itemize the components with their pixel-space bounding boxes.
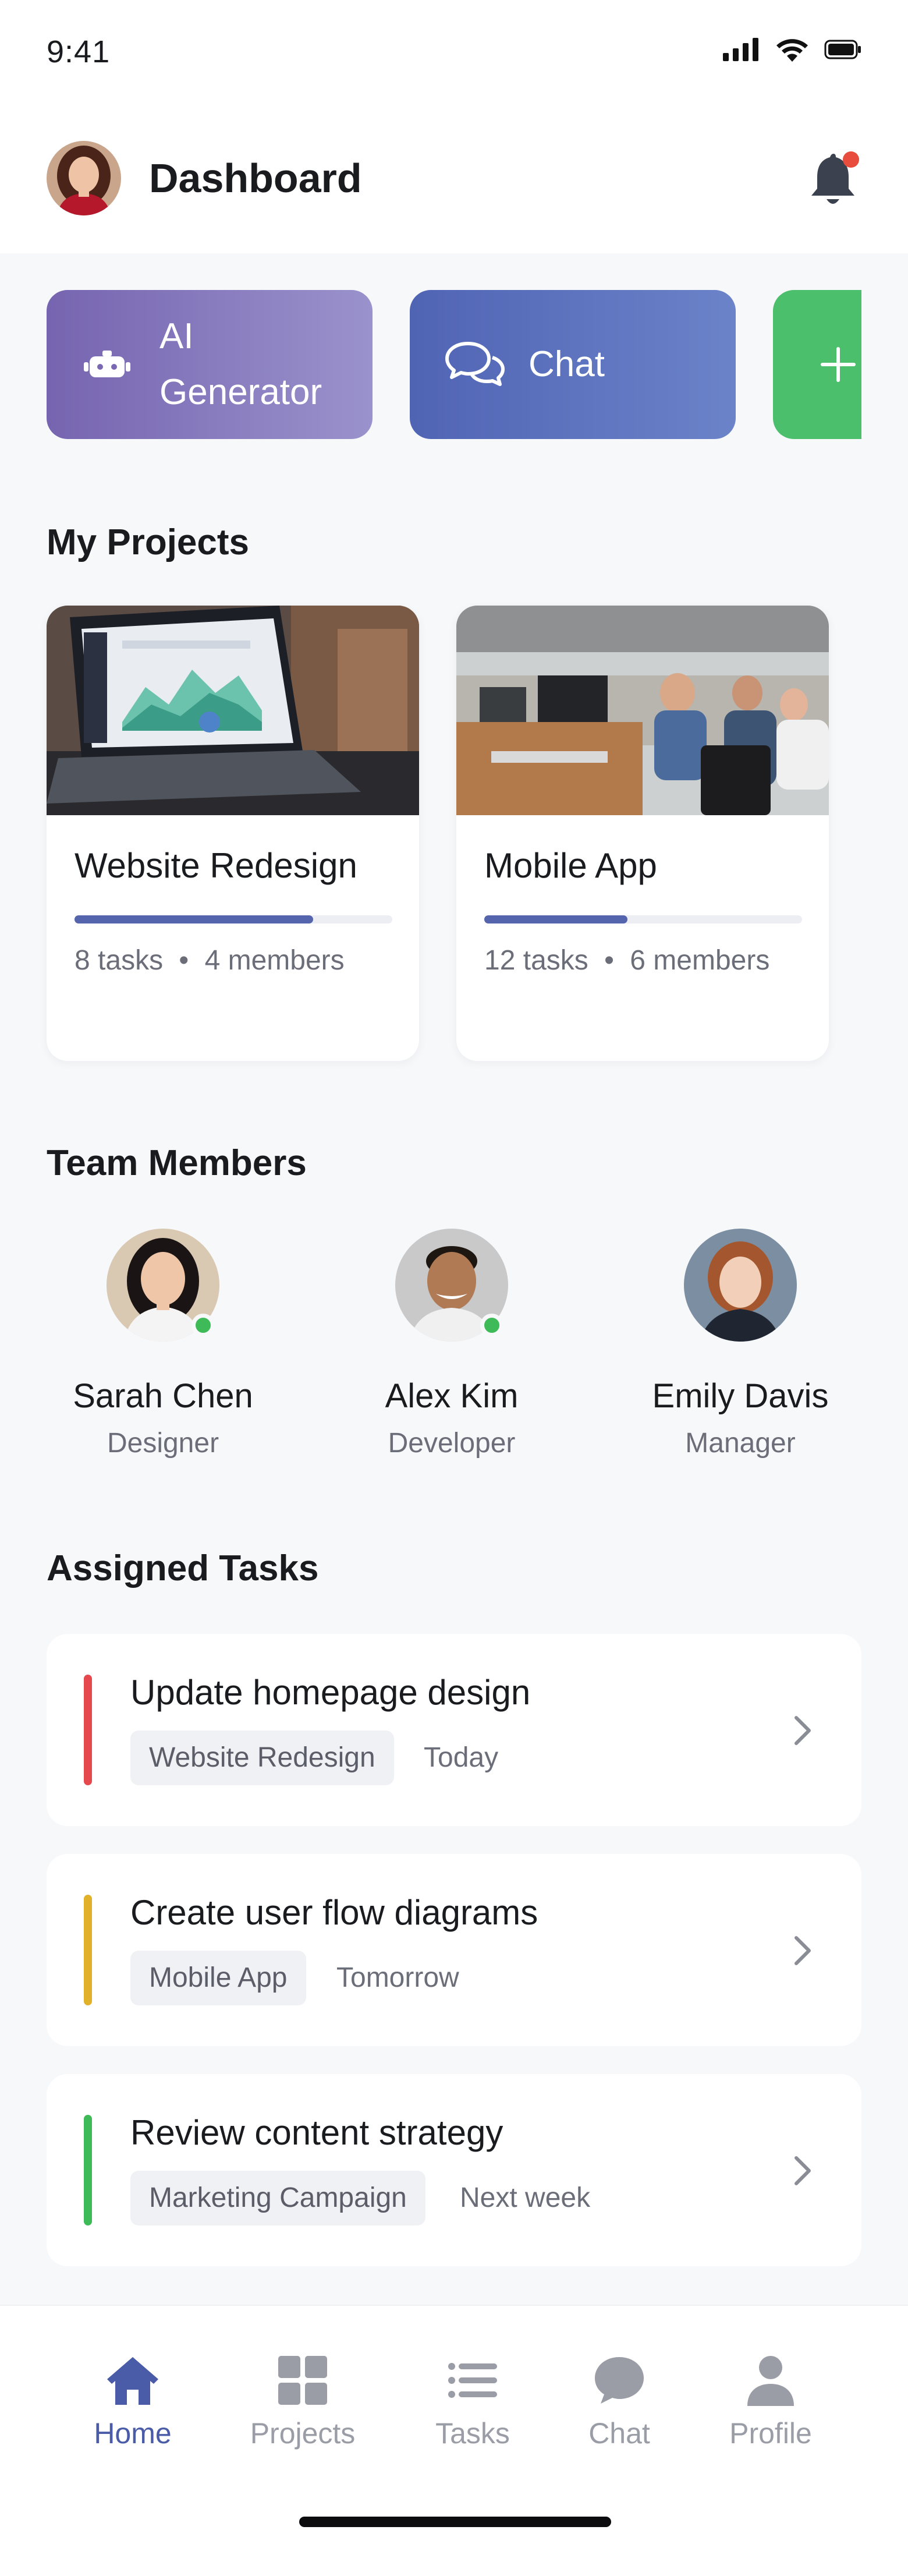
- member-name: Alex Kim: [385, 1377, 519, 1415]
- list-icon: [448, 2363, 497, 2398]
- member-role: Designer: [107, 1428, 219, 1459]
- bottom-navigation: Home Projects Tasks Chat Profile: [0, 2305, 908, 2576]
- user-avatar[interactable]: [47, 141, 121, 215]
- project-member-count: 6 members: [630, 945, 770, 976]
- add-action-button[interactable]: [773, 290, 861, 439]
- ai-generator-label-line2: Generator: [159, 372, 322, 412]
- task-item[interactable]: Create user flow diagrams Mobile App Tom…: [47, 1854, 861, 2046]
- status-bar: 9:41: [0, 0, 908, 105]
- notifications-button[interactable]: [807, 151, 859, 210]
- status-icons: [723, 37, 861, 62]
- team-member[interactable]: Alex Kim Developer: [347, 1229, 556, 1459]
- grid-icon: [278, 2356, 327, 2405]
- robot-icon: [84, 351, 130, 377]
- chevron-right-icon: [794, 1716, 811, 1745]
- nav-projects[interactable]: Projects: [227, 2352, 378, 2450]
- task-title: Review content strategy: [130, 2113, 503, 2152]
- chevron-right-icon: [794, 2156, 811, 2185]
- tasks-section-title: Assigned Tasks: [47, 1548, 319, 1588]
- project-meta: 8 tasks • 4 members: [75, 944, 345, 976]
- project-image-office: [456, 606, 829, 815]
- task-project-tag: Marketing Campaign: [130, 2171, 425, 2225]
- task-title: Create user flow diagrams: [130, 1893, 538, 1932]
- task-item[interactable]: Update homepage design Website Redesign …: [47, 1634, 861, 1826]
- member-avatar: [395, 1229, 508, 1342]
- task-priority-bar: [84, 2115, 92, 2225]
- member-avatar: [684, 1229, 797, 1342]
- member-avatar: [107, 1229, 219, 1342]
- chat-button[interactable]: Chat: [410, 290, 736, 439]
- meta-separator: •: [179, 945, 189, 976]
- battery-icon: [824, 40, 861, 59]
- page-title: Dashboard: [149, 155, 362, 201]
- home-indicator: [299, 2517, 611, 2527]
- project-card[interactable]: Website Redesign 8 tasks • 4 members: [47, 606, 419, 1061]
- project-task-count: 8 tasks: [75, 945, 164, 976]
- ai-generator-label-line1: AI: [159, 316, 194, 356]
- project-task-count: 12 tasks: [484, 945, 588, 976]
- chat-button-label: Chat: [529, 344, 605, 384]
- meta-separator: •: [604, 945, 614, 976]
- project-progress-track: [75, 915, 392, 923]
- nav-label: Projects: [250, 2417, 356, 2450]
- task-project-tag: Mobile App: [130, 1951, 306, 2005]
- task-priority-bar: [84, 1675, 92, 1785]
- project-progress-track: [484, 915, 802, 923]
- online-indicator: [480, 1314, 503, 1337]
- task-item[interactable]: Review content strategy Marketing Campai…: [47, 2074, 861, 2266]
- team-member[interactable]: Emily Davis Manager: [636, 1229, 845, 1459]
- project-name: Website Redesign: [75, 846, 357, 885]
- nav-label: Chat: [588, 2417, 650, 2450]
- nav-profile[interactable]: Profile: [695, 2352, 846, 2450]
- chat-icon: [595, 2357, 644, 2404]
- quick-actions: AI Generator Chat: [47, 290, 861, 440]
- bell-icon: [811, 151, 859, 204]
- task-priority-bar: [84, 1895, 92, 2005]
- project-name: Mobile App: [484, 846, 657, 885]
- team-member[interactable]: Sarah Chen Designer: [58, 1229, 268, 1459]
- task-due-date: Next week: [460, 2182, 591, 2213]
- ai-generator-button[interactable]: AI Generator: [47, 290, 373, 439]
- wifi-icon: [776, 39, 808, 62]
- project-progress-fill: [484, 915, 627, 923]
- signal-icon: [723, 38, 758, 61]
- nav-label: Profile: [729, 2417, 812, 2450]
- project-card[interactable]: Mobile App 12 tasks • 6 members: [456, 606, 829, 1061]
- online-indicator: [191, 1314, 215, 1337]
- task-project-tag: Website Redesign: [130, 1731, 394, 1785]
- nav-label: Home: [94, 2417, 172, 2450]
- chat-bubbles-icon: [445, 342, 505, 386]
- member-name: Sarah Chen: [73, 1377, 253, 1415]
- project-progress-fill: [75, 915, 313, 923]
- user-icon: [747, 2356, 794, 2406]
- task-due-date: Today: [424, 1742, 499, 1773]
- member-role: Developer: [388, 1428, 516, 1459]
- status-time: 9:41: [47, 34, 111, 69]
- project-meta: 12 tasks • 6 members: [484, 944, 769, 976]
- notification-badge: [843, 151, 859, 168]
- nav-chat[interactable]: Chat: [544, 2352, 695, 2450]
- chevron-right-icon: [794, 1936, 811, 1965]
- member-name: Emily Davis: [652, 1377, 829, 1415]
- nav-home[interactable]: Home: [57, 2352, 208, 2450]
- projects-section-title: My Projects: [47, 522, 250, 562]
- project-member-count: 4 members: [204, 945, 345, 976]
- team-section-title: Team Members: [47, 1143, 307, 1183]
- nav-tasks[interactable]: Tasks: [397, 2352, 548, 2450]
- plus-icon: [821, 347, 856, 382]
- app-header: Dashboard: [0, 105, 908, 253]
- member-role: Manager: [685, 1428, 796, 1459]
- task-due-date: Tomorrow: [336, 1962, 459, 1993]
- project-image-laptop: [47, 606, 419, 815]
- task-title: Update homepage design: [130, 1673, 531, 1712]
- nav-label: Tasks: [435, 2417, 510, 2450]
- home-icon: [107, 2357, 158, 2405]
